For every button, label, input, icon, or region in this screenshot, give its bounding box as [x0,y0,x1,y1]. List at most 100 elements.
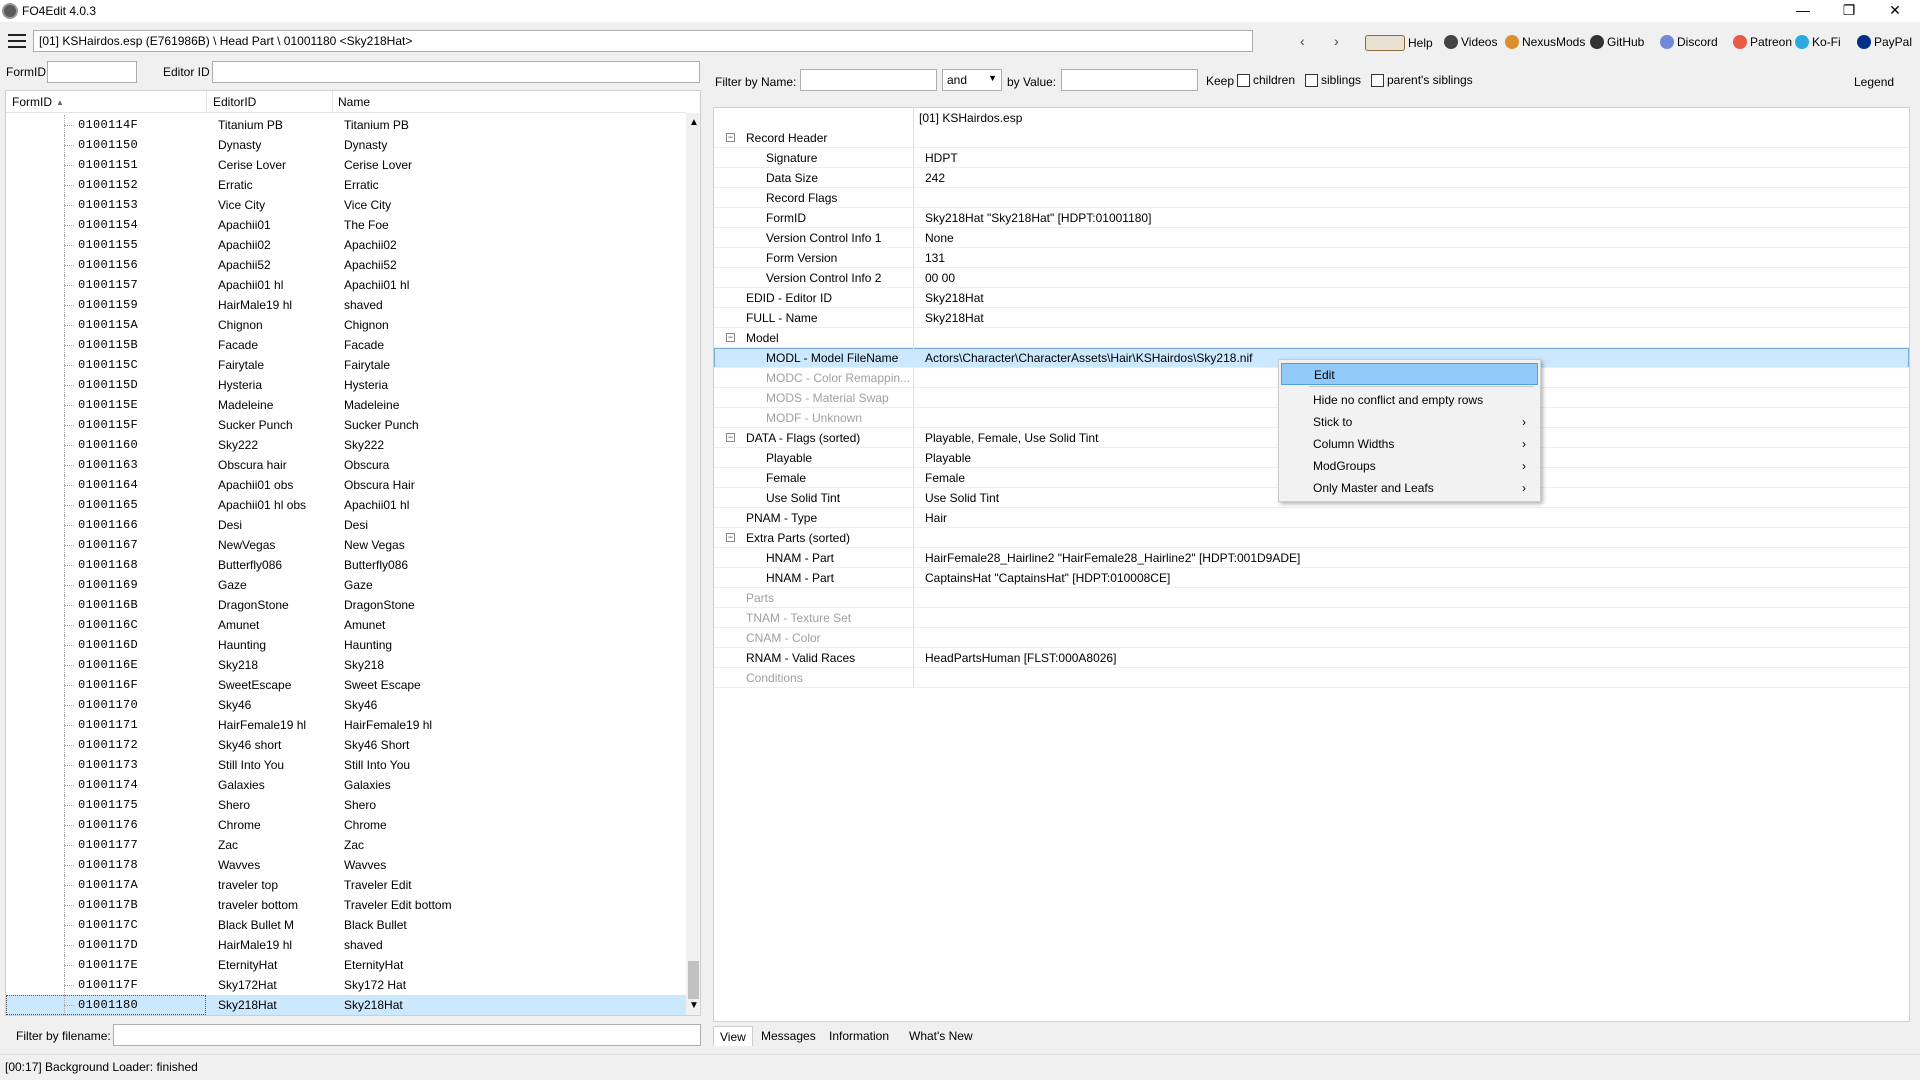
record-row[interactable]: Record Flags [714,188,1909,208]
vertical-scrollbar[interactable]: ▲ ▼ [686,113,700,1015]
table-row[interactable]: 01001173 Still Into You Still Into You [6,755,686,775]
table-row[interactable]: 0100116E Sky218 Sky218 [6,655,686,675]
record-row[interactable]: HNAM - Part HairFemale28_Hairline2 "HairF… [714,548,1909,568]
back-button[interactable]: ‹ [1300,33,1305,49]
formid-input[interactable] [47,61,137,83]
record-row[interactable]: CNAM - Color [714,628,1909,648]
minimize-button[interactable]: — [1780,0,1826,22]
link-nexusmods[interactable]: NexusMods [1505,35,1585,49]
record-row[interactable]: Version Control Info 2 00 00 [714,268,1909,288]
menu-item-edit[interactable]: Edit [1281,363,1538,385]
record-row[interactable]: Conditions [714,668,1909,688]
record-row[interactable]: TNAM - Texture Set [714,608,1909,628]
table-row[interactable]: 01001155 Apachii02 Apachii02 [6,235,686,255]
link-github[interactable]: GitHub [1590,35,1644,49]
table-row[interactable]: 0100117D HairMale19 hl shaved [6,935,686,955]
record-row[interactable]: Parts [714,588,1909,608]
checkbox-icon[interactable] [1305,74,1318,88]
table-row[interactable]: 01001167 NewVegas New Vegas [6,535,686,555]
table-row[interactable]: 01001153 Vice City Vice City [6,195,686,215]
table-row[interactable]: 01001172 Sky46 short Sky46 Short [6,735,686,755]
table-row[interactable]: 0100116F SweetEscape Sweet Escape [6,675,686,695]
table-row[interactable]: 01001165 Apachii01 hl obs Apachii01 hl [6,495,686,515]
menu-item-modgroups[interactable]: ModGroups › [1281,455,1538,477]
pane-splitter[interactable] [703,58,708,1052]
tab-information[interactable]: Information [823,1026,895,1046]
table-row[interactable]: 01001156 Apachii52 Apachii52 [6,255,686,275]
table-row[interactable]: 0100115B Facade Facade [6,335,686,355]
table-row[interactable]: 0100115F Sucker Punch Sucker Punch [6,415,686,435]
table-row[interactable]: 01001178 Wavves Wavves [6,855,686,875]
record-row[interactable]: − Model [714,328,1909,348]
table-row[interactable]: 01001169 Gaze Gaze [6,575,686,595]
link-help[interactable]: Help [1365,35,1433,51]
table-row[interactable]: 0100115A Chignon Chignon [6,315,686,335]
table-row[interactable]: 0100116B DragonStone DragonStone [6,595,686,615]
editorid-input[interactable] [212,61,700,83]
menu-item-column-widths[interactable]: Column Widths › [1281,433,1538,455]
column-editorid[interactable]: EditorID [213,95,256,109]
column-formid[interactable]: FormID [12,95,52,109]
table-row[interactable]: 01001152 Erratic Erratic [6,175,686,195]
record-row[interactable]: EDID - Editor ID Sky218Hat [714,288,1909,308]
record-row[interactable]: FULL - Name Sky218Hat [714,308,1909,328]
menu-item-stick-to[interactable]: Stick to › [1281,411,1538,433]
record-row[interactable]: Signature HDPT [714,148,1909,168]
table-row[interactable]: 0100114F Titanium PB Titanium PB [6,115,686,135]
filter-value-input[interactable] [1061,69,1198,91]
table-row[interactable]: 01001171 HairFemale19 hl HairFemale19 hl [6,715,686,735]
table-row[interactable]: 0100117E EternityHat EternityHat [6,955,686,975]
record-row[interactable]: HNAM - Part CaptainsHat "CaptainsHat" [HD… [714,568,1909,588]
table-row[interactable]: 01001170 Sky46 Sky46 [6,695,686,715]
link-ko-fi[interactable]: Ko-Fi [1795,35,1841,49]
menu-item-hide-no-conflict-and-empty-rows[interactable]: Hide no conflict and empty rows [1281,389,1538,411]
table-row[interactable]: 01001180 Sky218Hat Sky218Hat [6,995,686,1015]
record-row[interactable]: Version Control Info 1 None [714,228,1909,248]
collapse-icon[interactable]: − [726,133,735,142]
record-row[interactable]: − Record Header [714,128,1909,148]
table-row[interactable]: 0100116C Amunet Amunet [6,615,686,635]
table-row[interactable]: 0100115C Fairytale Fairytale [6,355,686,375]
table-row[interactable]: 01001176 Chrome Chrome [6,815,686,835]
table-row[interactable]: 0100117F Sky172Hat Sky172 Hat [6,975,686,995]
record-row[interactable]: PNAM - Type Hair [714,508,1909,528]
record-row[interactable]: − Extra Parts (sorted) [714,528,1909,548]
table-row[interactable]: 01001151 Cerise Lover Cerise Lover [6,155,686,175]
link-paypal[interactable]: PayPal [1857,35,1912,49]
table-row[interactable]: 01001163 Obscura hair Obscura [6,455,686,475]
table-row[interactable]: 01001168 Butterfly086 Butterfly086 [6,555,686,575]
children-checkbox[interactable]: children [1237,73,1295,88]
scroll-thumb[interactable] [688,961,699,999]
tab-view[interactable]: View [713,1026,753,1046]
menu-item-only-master-and-leafs[interactable]: Only Master and Leafs › [1281,477,1538,499]
collapse-icon[interactable]: − [726,533,735,542]
collapse-icon[interactable]: − [726,333,735,342]
maximize-button[interactable]: ❐ [1826,0,1872,22]
tab-what-s-new[interactable]: What's New [903,1026,979,1046]
siblings-checkbox[interactable]: siblings [1305,73,1361,88]
link-patreon[interactable]: Patreon [1733,35,1792,49]
table-row[interactable]: 0100117B traveler bottom Traveler Edit bot… [6,895,686,915]
and-or-select[interactable]: and ▼ [942,69,1002,91]
record-path-field[interactable]: [01] KSHairdos.esp (E761986B) \ Head Par… [33,30,1253,52]
tab-messages[interactable]: Messages [755,1026,822,1046]
table-row[interactable]: 01001166 Desi Desi [6,515,686,535]
record-row[interactable]: Data Size 242 [714,168,1909,188]
legend-button[interactable]: Legend [1854,75,1894,89]
record-row[interactable]: FormID Sky218Hat "Sky218Hat" [HDPT:010011… [714,208,1909,228]
record-view[interactable]: [01] KSHairdos.esp − Record Header Signatu… [713,107,1910,1022]
table-row[interactable]: 01001154 Apachii01 The Foe [6,215,686,235]
table-row[interactable]: 0100117C Black Bullet M Black Bullet [6,915,686,935]
table-row[interactable]: 0100115E Madeleine Madeleine [6,395,686,415]
close-button[interactable]: ✕ [1872,0,1918,22]
scroll-down-icon[interactable]: ▼ [689,1000,699,1011]
checkbox-icon[interactable] [1237,74,1250,88]
link-videos[interactable]: Videos [1444,35,1497,49]
table-row[interactable]: 01001175 Shero Shero [6,795,686,815]
table-row[interactable]: 01001157 Apachii01 hl Apachii01 hl [6,275,686,295]
link-discord[interactable]: Discord [1660,35,1718,49]
table-row[interactable]: 01001159 HairMale19 hl shaved [6,295,686,315]
scroll-up-icon[interactable]: ▲ [689,117,699,128]
filter-name-input[interactable] [800,69,937,91]
record-row[interactable]: Form Version 131 [714,248,1909,268]
